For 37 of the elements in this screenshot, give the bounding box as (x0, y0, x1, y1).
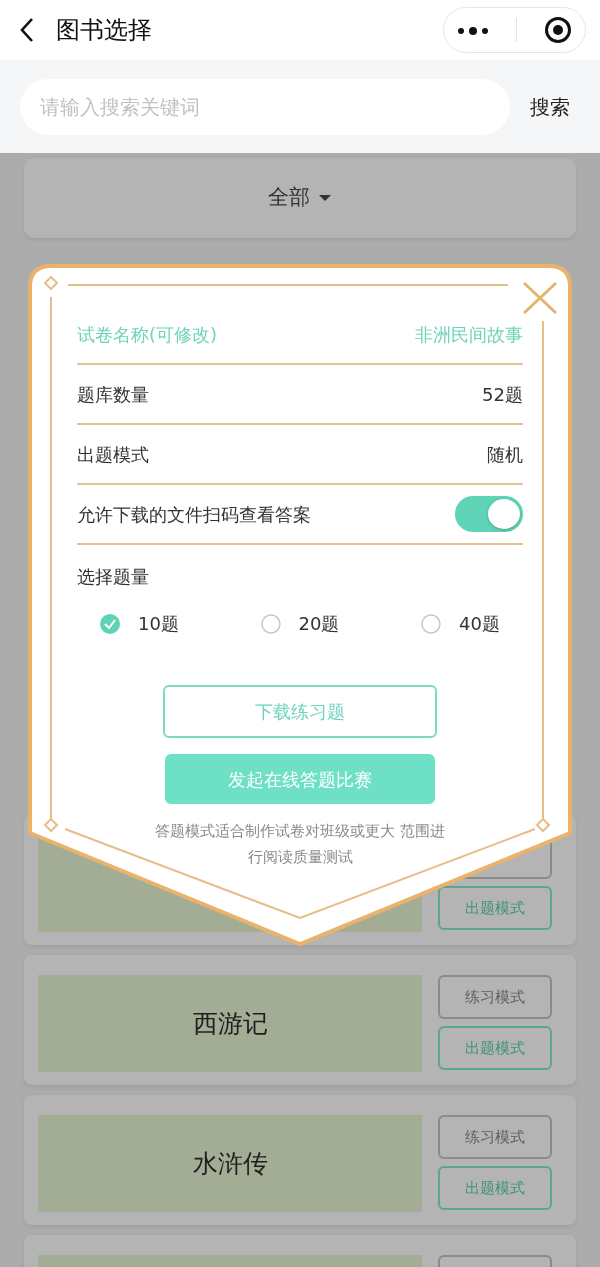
exam-mode-button[interactable]: 出题模式 (438, 1026, 552, 1070)
search-button[interactable]: 搜索 (530, 91, 570, 122)
field-value: 随机 (487, 442, 523, 467)
ornament-diamond (535, 817, 551, 833)
book-cover[interactable]: 西游记 (38, 975, 422, 1072)
target-icon (543, 16, 572, 44)
exam-mode-button[interactable]: 出题模式 (438, 886, 552, 930)
back-icon[interactable] (20, 17, 34, 43)
filter-dropdown[interactable]: 全部 (24, 158, 576, 238)
practice-mode-button[interactable]: 练习模式 (438, 975, 552, 1019)
field-label: 出题模式 (77, 442, 149, 467)
check-circle-icon (100, 613, 120, 634)
count-radio[interactable]: 10题 (100, 610, 179, 637)
toggle-switch[interactable] (455, 496, 523, 532)
paper-name-value[interactable]: 非洲民间故事 (415, 320, 523, 348)
practice-mode-button[interactable]: 练习模式 (438, 1115, 552, 1159)
toggle-label: 允许下载的文件扫码查看答案 (77, 502, 311, 527)
radio-circle-icon (260, 613, 281, 634)
exam-mode-button[interactable]: 出题模式 (438, 1166, 552, 1210)
ornament-diamond (43, 817, 59, 833)
book-cover[interactable]: 水浒传 (38, 1115, 422, 1212)
radio-circle-icon (421, 613, 442, 634)
field-label: 题库数量 (77, 382, 149, 407)
hint-text: 答题模式适合制作试卷对班级或更大 范围进行阅读质量测试 (154, 821, 446, 868)
section-label: 选择题量 (77, 565, 150, 589)
count-radio[interactable]: 20题 (260, 610, 340, 637)
more-icon (457, 25, 490, 36)
field-value: 52题 (482, 382, 523, 407)
search-field[interactable]: 请输入搜索关键词 (20, 78, 510, 135)
field-label: 试卷名称(可修改) (77, 322, 218, 347)
caret-icon (318, 194, 332, 202)
download-button[interactable]: 下载练习题 (163, 685, 437, 738)
ornament-diamond (43, 275, 59, 291)
close-icon[interactable] (522, 281, 558, 315)
page-title: 图书选择 (56, 15, 152, 46)
close-target-button[interactable] (543, 16, 572, 44)
count-radio[interactable]: 40题 (421, 610, 500, 637)
